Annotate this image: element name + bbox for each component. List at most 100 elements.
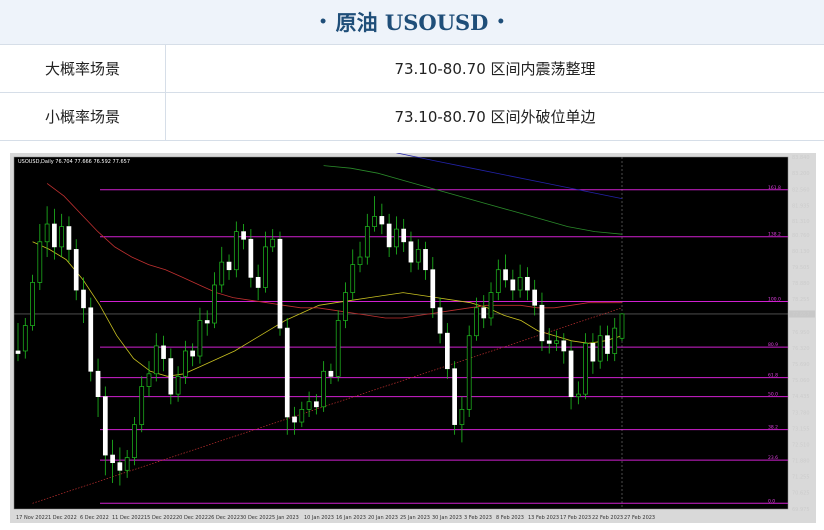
candle-body: [503, 269, 508, 281]
date-tick-label: 16 Jan 2023: [336, 515, 366, 521]
candle-body: [568, 350, 574, 398]
candle-body: [37, 241, 43, 283]
price-tick-label: 76.320: [792, 346, 810, 352]
candle-body: [532, 289, 538, 306]
date-tick-label: 15 Dec 2022: [144, 515, 176, 521]
candle-body: [488, 292, 494, 319]
price-tick-label: 75.060: [792, 378, 810, 384]
candle-body: [292, 416, 297, 423]
date-tick-label: 8 Feb 2023: [496, 515, 524, 521]
price-tick-label: 82.560: [792, 187, 810, 193]
candle-body: [102, 396, 108, 456]
scenario-value: 73.10-80.70 区间外破位单边: [165, 92, 824, 141]
fib-level-label: 0.0: [768, 498, 775, 504]
candle-body: [481, 307, 487, 319]
scenario-label: 小概率场景: [0, 92, 166, 141]
candle-body: [15, 350, 21, 354]
candle-body: [73, 249, 79, 291]
date-tick-label: 30 Jan 2023: [432, 515, 462, 521]
date-tick-label: 17 Feb 2023: [560, 515, 591, 521]
candle-body: [153, 345, 159, 375]
fib-level-label: 50.0: [768, 392, 778, 398]
scenario-value: 73.10-80.70 区间内震荡整理: [165, 44, 824, 93]
chart-svg[interactable]: USOUSD,Daily 76.704 77.666 76.592 77.657…: [10, 153, 816, 523]
candle-body: [335, 320, 341, 377]
price-tick-label: 71.880: [792, 459, 810, 465]
date-tick-label: 5 Jan 2023: [272, 515, 299, 521]
price-tick-label: 73.780: [792, 410, 810, 416]
candle-body: [321, 370, 326, 408]
date-tick-label: 1 Dec 2022: [48, 515, 77, 521]
price-tick-label: 80.130: [792, 249, 810, 255]
candle-body: [161, 345, 166, 359]
title-bullet-right: •: [496, 14, 506, 30]
candle-body: [81, 289, 86, 309]
price-tick-label: 77.657: [792, 312, 810, 318]
fib-level-label: 80.9: [768, 342, 778, 348]
candle-body: [212, 284, 217, 324]
candle-body: [59, 226, 65, 248]
candle-body: [183, 350, 188, 377]
date-tick-label: 6 Dec 2022: [80, 515, 109, 521]
candle-body: [175, 375, 181, 395]
fib-level-label: 161.8: [768, 185, 781, 191]
candle-body: [226, 261, 232, 271]
candle-body: [575, 393, 581, 398]
candle-body: [277, 238, 283, 329]
candle-body: [241, 231, 246, 240]
candle-body: [44, 223, 50, 243]
candle-body: [146, 373, 152, 387]
candle-body: [22, 325, 28, 352]
price-tick-label: 80.760: [792, 233, 810, 239]
candle-body: [561, 340, 567, 352]
candle-body: [168, 358, 174, 395]
page-title: • 原油 USOUSD •: [0, 0, 824, 44]
candle-body: [386, 223, 392, 248]
price-chart[interactable]: USOUSD,Daily 76.704 77.666 76.592 77.657…: [10, 153, 816, 523]
date-tick-label: 13 Feb 2023: [528, 515, 559, 521]
price-tick-label: 79.505: [792, 265, 810, 271]
fib-level-label: 23.6: [768, 455, 778, 461]
candle-body: [415, 249, 421, 263]
candle-body: [430, 269, 436, 309]
candle-body: [379, 216, 385, 225]
candle-body: [299, 409, 305, 423]
date-tick-label: 27 Feb 2023: [624, 515, 655, 521]
scenario-row: 大概率场景 73.10-80.70 区间内震荡整理: [0, 44, 824, 93]
candle-body: [525, 276, 530, 291]
candle-body: [110, 454, 115, 464]
title-bullet-left: •: [318, 14, 328, 30]
candle-body: [452, 368, 457, 425]
candle-body: [197, 320, 203, 357]
date-tick-label: 11 Dec 2022: [112, 515, 144, 521]
candle-body: [394, 228, 399, 248]
candle-body: [554, 340, 559, 344]
candle-body: [190, 350, 196, 357]
candle-body: [517, 276, 523, 291]
price-tick-label: 70.625: [792, 490, 810, 496]
fib-level-label: 100.0: [768, 296, 781, 302]
price-tick-label: 83.200: [792, 171, 810, 177]
fib-level-label: 38.2: [768, 425, 778, 431]
candle-body: [444, 332, 450, 370]
candle-body: [423, 249, 428, 271]
candle-body: [459, 409, 465, 425]
date-tick-label: 25 Jan 2023: [400, 515, 430, 521]
price-tick-label: 76.950: [792, 330, 810, 336]
candle-body: [117, 462, 123, 471]
plot-area: [13, 156, 789, 510]
scenario-label: 大概率场景: [0, 44, 166, 93]
price-tick-label: 81.310: [792, 219, 810, 225]
date-tick-label: 17 Nov 2022: [16, 515, 48, 521]
candle-body: [372, 216, 377, 227]
candle-body: [270, 238, 276, 248]
price-tick-label: 81.935: [792, 203, 810, 209]
price-tick-label: 74.435: [792, 394, 810, 400]
candle-body: [284, 327, 290, 418]
candle-body: [364, 226, 370, 258]
candle-body: [132, 424, 137, 458]
candle-body: [605, 335, 610, 354]
candle-body: [263, 246, 268, 288]
candle-body: [30, 282, 35, 326]
candle-body: [510, 279, 516, 291]
